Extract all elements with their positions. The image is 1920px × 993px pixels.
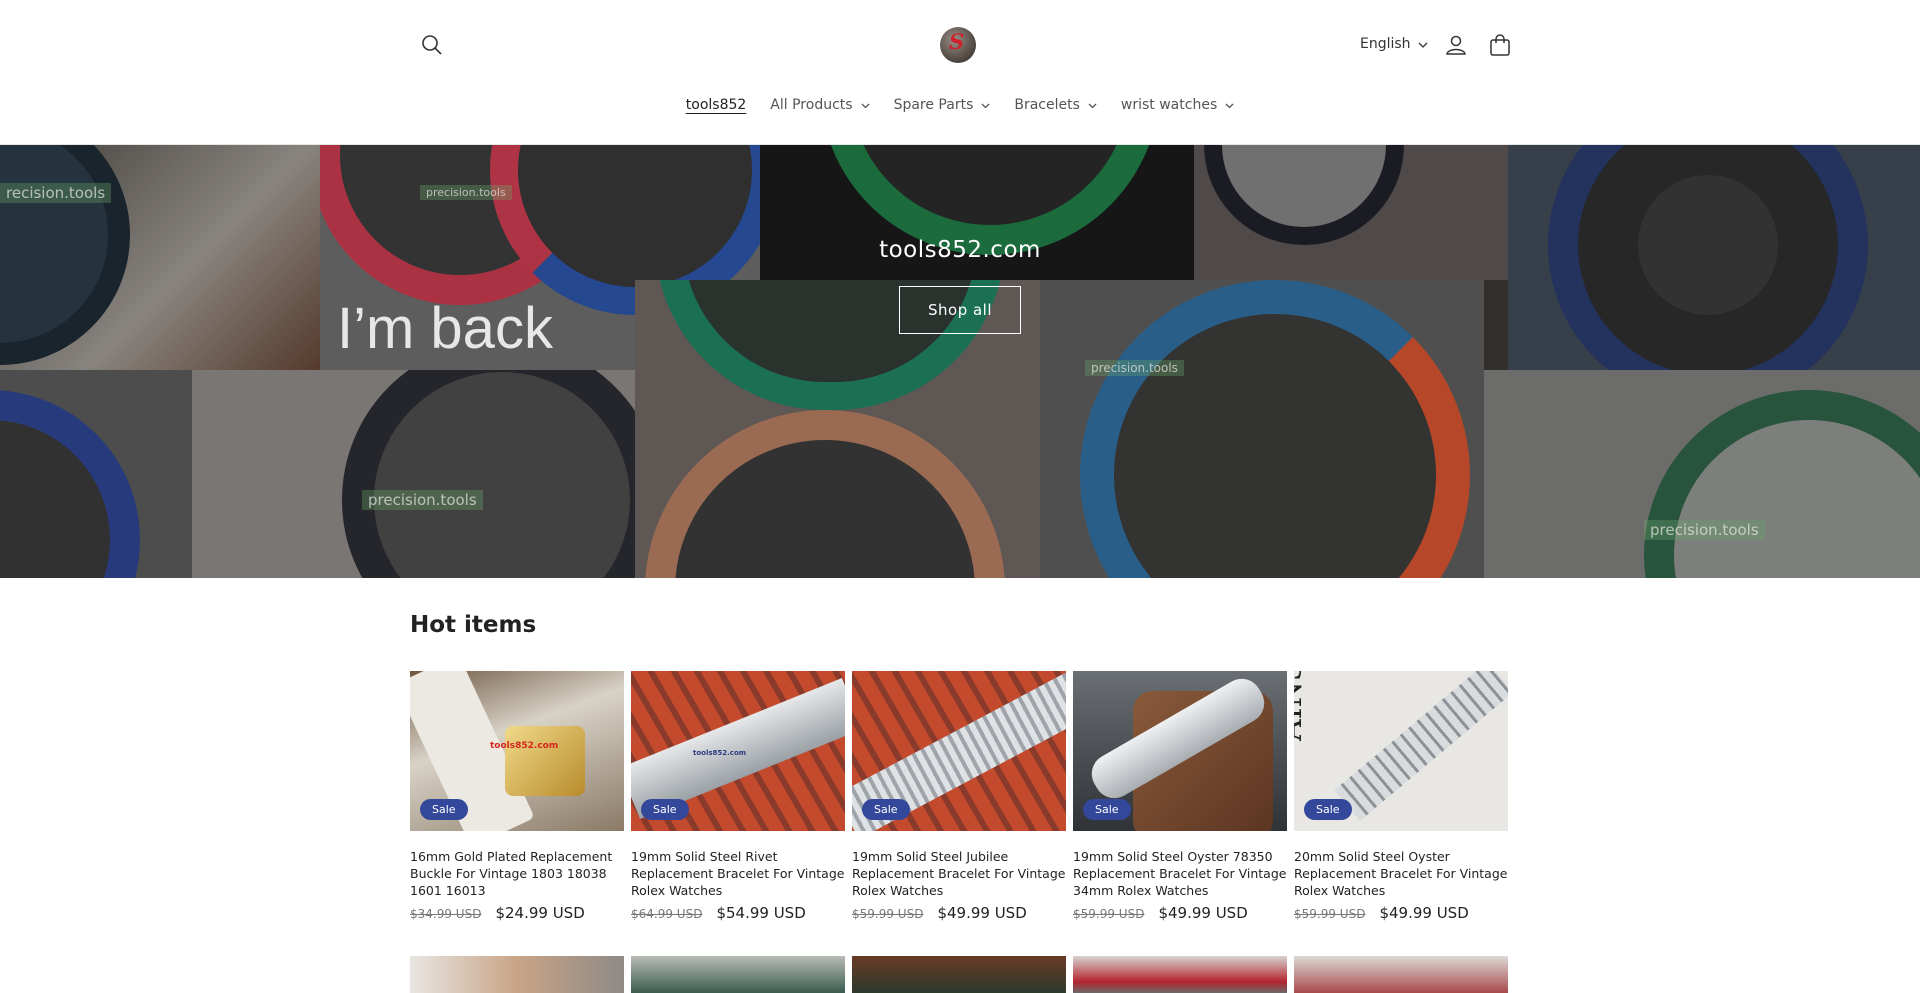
nav-item-all-products[interactable]: All Products: [758, 92, 881, 118]
chevron-down-icon: [981, 97, 990, 113]
product-image-watermark: tools852.com: [490, 741, 559, 751]
original-price: $59.99 USD: [852, 907, 924, 921]
sale-price: $49.99 USD: [937, 904, 1027, 922]
sale-badge: Sale: [862, 799, 910, 820]
product-image-watermark: AINS&: [1294, 671, 1309, 741]
product-title[interactable]: 19mm Solid Steel Rivet Replacement Brace…: [631, 848, 845, 900]
product-image: Sale: [1073, 671, 1287, 831]
sale-price: $49.99 USD: [1379, 904, 1469, 922]
sale-price: $49.99 USD: [1158, 904, 1248, 922]
logo-letter: S: [949, 29, 965, 54]
chevron-down-icon: [861, 97, 870, 113]
product-card[interactable]: Sale 19mm Solid Steel Jubilee Replacemen…: [852, 671, 1066, 922]
original-price: $64.99 USD: [631, 907, 703, 921]
search-icon[interactable]: [419, 32, 445, 58]
shop-all-button[interactable]: Shop all: [899, 286, 1021, 334]
nav-label: Spare Parts: [893, 97, 974, 113]
original-price: $34.99 USD: [410, 907, 482, 921]
product-image[interactable]: [631, 956, 845, 993]
product-image[interactable]: [1073, 956, 1287, 993]
nav-label: All Products: [770, 97, 853, 113]
site-header: S English tools852 All Products Spare Pa…: [0, 0, 1920, 145]
product-image: tools852.com Sale: [410, 671, 624, 831]
main-nav: tools852 All Products Spare Parts Bracel…: [0, 92, 1920, 118]
nav-label: Bracelets: [1014, 97, 1080, 113]
sale-badge: Sale: [420, 799, 468, 820]
hero-collage-caption: I’m back: [337, 296, 553, 361]
product-image[interactable]: [410, 956, 624, 993]
product-title[interactable]: 20mm Solid Steel Oyster Replacement Brac…: [1294, 848, 1508, 900]
product-image[interactable]: [1294, 956, 1508, 993]
product-image: Sale: [852, 671, 1066, 831]
nav-label: tools852: [685, 97, 747, 113]
section-title: Hot items: [410, 612, 537, 638]
product-image-watermark: tools852.com: [693, 749, 747, 757]
original-price: $59.99 USD: [1294, 907, 1366, 921]
sale-badge: Sale: [641, 799, 689, 820]
nav-item-spare-parts[interactable]: Spare Parts: [882, 92, 1003, 118]
product-card[interactable]: tools852.com Sale 19mm Solid Steel Rivet…: [631, 671, 845, 922]
language-label: English: [1360, 36, 1411, 52]
product-title[interactable]: 19mm Solid Steel Jubilee Replacement Bra…: [852, 848, 1066, 900]
cart-icon[interactable]: [1488, 33, 1512, 57]
product-title[interactable]: 16mm Gold Plated Replacement Buckle For …: [410, 848, 624, 900]
product-card[interactable]: tools852.com Sale 16mm Gold Plated Repla…: [410, 671, 624, 922]
account-icon[interactable]: [1444, 33, 1468, 57]
product-card[interactable]: AINS& Sale 20mm Solid Steel Oyster Repla…: [1294, 671, 1508, 922]
hero-overlay: [0, 145, 1920, 578]
sale-price: $54.99 USD: [716, 904, 806, 922]
nav-item-tools852[interactable]: tools852: [674, 92, 759, 118]
sale-price: $24.99 USD: [495, 904, 585, 922]
hero-title: tools852.com: [879, 237, 1041, 263]
chevron-down-icon: [1088, 97, 1097, 113]
product-image: AINS& Sale: [1294, 671, 1508, 831]
sale-badge: Sale: [1304, 799, 1352, 820]
product-image[interactable]: [852, 956, 1066, 993]
sale-badge: Sale: [1083, 799, 1131, 820]
original-price: $59.99 USD: [1073, 907, 1145, 921]
language-selector[interactable]: English: [1360, 36, 1428, 52]
nav-item-bracelets[interactable]: Bracelets: [1002, 92, 1109, 118]
product-image: tools852.com Sale: [631, 671, 845, 831]
store-logo[interactable]: S: [940, 27, 976, 63]
nav-item-wrist-watches[interactable]: wrist watches: [1109, 92, 1246, 118]
nav-label: wrist watches: [1120, 97, 1218, 113]
chevron-down-icon: [1418, 36, 1428, 52]
hero-banner: recision.tools precision.tools precision…: [0, 145, 1920, 578]
product-card[interactable]: Sale 19mm Solid Steel Oyster 78350 Repla…: [1073, 671, 1287, 922]
product-title[interactable]: 19mm Solid Steel Oyster 78350 Replacemen…: [1073, 848, 1287, 900]
chevron-down-icon: [1225, 97, 1234, 113]
